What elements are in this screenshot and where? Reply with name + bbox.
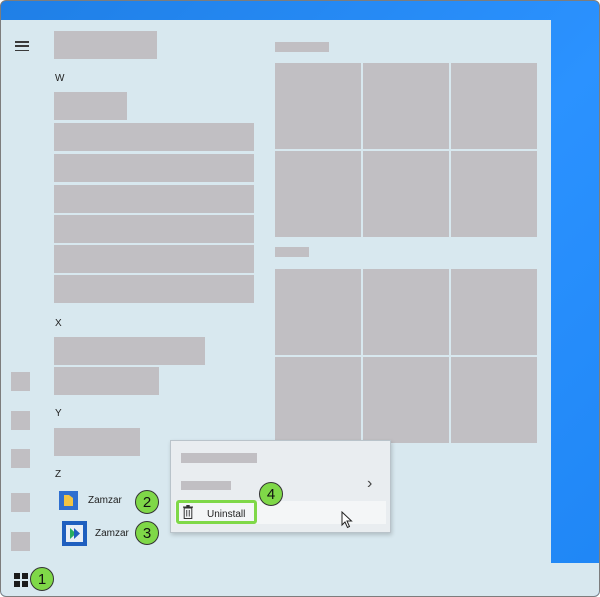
app-list-item[interactable]: [54, 215, 254, 243]
app-list-item[interactable]: [54, 154, 254, 182]
app-list-item[interactable]: [54, 428, 140, 456]
section-letter-y[interactable]: Y: [55, 408, 62, 419]
tile[interactable]: [451, 151, 537, 237]
tile[interactable]: [363, 63, 449, 149]
folder-icon: [59, 491, 78, 510]
tile[interactable]: [363, 269, 449, 355]
context-menu-item[interactable]: [181, 453, 257, 463]
tile[interactable]: [363, 151, 449, 237]
step-badge-3: 3: [135, 521, 159, 545]
zamzar-app-icon: [62, 521, 87, 546]
tile[interactable]: [275, 151, 361, 237]
tile[interactable]: [275, 357, 361, 443]
rail-button[interactable]: [11, 532, 30, 551]
rail-button[interactable]: [11, 411, 30, 430]
app-list-item[interactable]: [54, 123, 254, 151]
hamburger-menu-icon[interactable]: [15, 41, 29, 51]
app-list-item-zamzar[interactable]: Zamzar: [59, 491, 122, 510]
app-list-item[interactable]: [54, 245, 254, 273]
app-label: Zamzar: [88, 495, 122, 506]
tile-group-header[interactable]: [275, 247, 309, 257]
app-list-item[interactable]: [54, 337, 205, 365]
context-menu-item-more[interactable]: [181, 481, 231, 490]
app-list-item[interactable]: [54, 275, 254, 303]
uninstall-highlight-box: [176, 500, 257, 524]
app-label: Zamzar: [95, 528, 129, 539]
section-letter-z[interactable]: Z: [55, 469, 61, 480]
tile-group-header[interactable]: [275, 42, 329, 52]
app-list-item-zamzar[interactable]: Zamzar: [62, 521, 129, 546]
rail-button[interactable]: [11, 449, 30, 468]
app-list-item[interactable]: [54, 185, 254, 213]
taskbar: [1, 563, 599, 596]
section-letter-x[interactable]: X: [55, 318, 62, 329]
tile[interactable]: [451, 63, 537, 149]
tile[interactable]: [275, 269, 361, 355]
step-badge-1: 1: [30, 567, 54, 591]
mouse-cursor-icon: [341, 510, 353, 534]
chevron-right-icon[interactable]: ›: [367, 475, 372, 493]
tile[interactable]: [363, 357, 449, 443]
tile[interactable]: [451, 357, 537, 443]
tile[interactable]: [275, 63, 361, 149]
app-list-item[interactable]: [54, 92, 127, 120]
app-list-item[interactable]: [54, 367, 159, 395]
step-badge-4: 4: [259, 482, 283, 506]
rail-button[interactable]: [11, 493, 30, 512]
step-badge-2: 2: [135, 490, 159, 514]
windows-start-icon[interactable]: [14, 573, 28, 587]
tile[interactable]: [451, 269, 537, 355]
rail-button[interactable]: [11, 372, 30, 391]
app-list-item[interactable]: [54, 31, 157, 59]
section-letter-w[interactable]: W: [55, 73, 64, 84]
desktop: W X Y Z Zamzar Zamzar › Uninstall 1 2 3 …: [0, 0, 600, 597]
